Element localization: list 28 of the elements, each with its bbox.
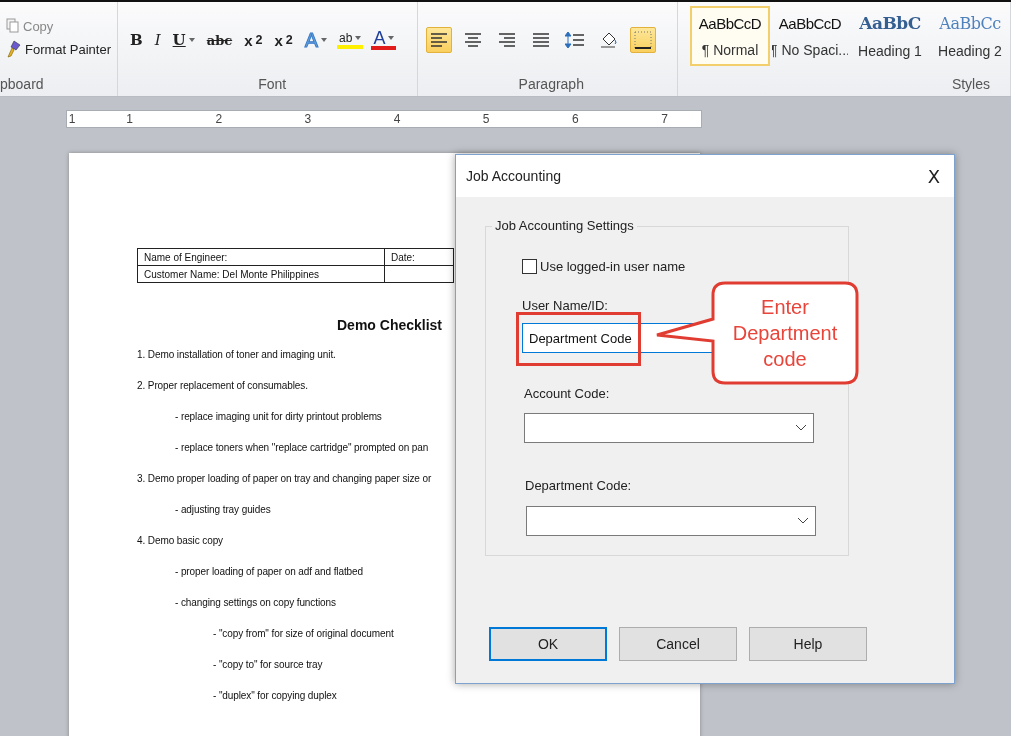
group-title: Job Accounting Settings [492, 218, 637, 233]
document-text: 3. Demo proper loading of paper on tray and changing paper size or [137, 473, 432, 484]
group-label: Font [257, 75, 288, 94]
document-text: 2. Proper replacement of consumables. [137, 380, 308, 391]
document-text: - replace toners when "replace cartridge" prompted on pan [175, 442, 429, 453]
checkbox-label: Use logged-in user name [540, 259, 686, 274]
document-text: - "copy from" for size of original document [213, 628, 394, 639]
document-text: - adjusting tray guides [175, 504, 271, 515]
field-label: User Name/ID: [522, 298, 608, 313]
document-text: 4. Demo basic copy [137, 535, 224, 546]
field-label: Account Code: [524, 386, 610, 401]
document-text: - proper loading of paper on adf and flatbed [175, 566, 363, 577]
document-title: Demo Checklist [337, 317, 443, 333]
field-label: Department Code: [525, 478, 632, 493]
group-label: Paragraph [517, 75, 585, 94]
table-cell: Customer Name: Del Monte Philippines [137, 265, 385, 283]
document-text: 1. Demo installation of toner and imaging unit. [137, 349, 336, 360]
document-text: - changing settings on copy functions [175, 597, 336, 608]
group-label: pboard [0, 75, 45, 94]
callout-text: Enter Department code [731, 295, 839, 372]
dialog-title: Job Accounting [466, 168, 561, 184]
document-text: - "duplex" for copying duplex [213, 690, 337, 701]
ruler: 1 1 2 3 4 5 6 7 [66, 110, 702, 128]
document-text: - replace imaging unit for dirty printout problems [175, 411, 382, 422]
table-cell: Date: [384, 248, 454, 266]
document-text: - "copy to" for source tray [213, 659, 323, 670]
table-cell: Name of Engineer: [137, 248, 385, 266]
group-label: Styles [950, 75, 991, 94]
